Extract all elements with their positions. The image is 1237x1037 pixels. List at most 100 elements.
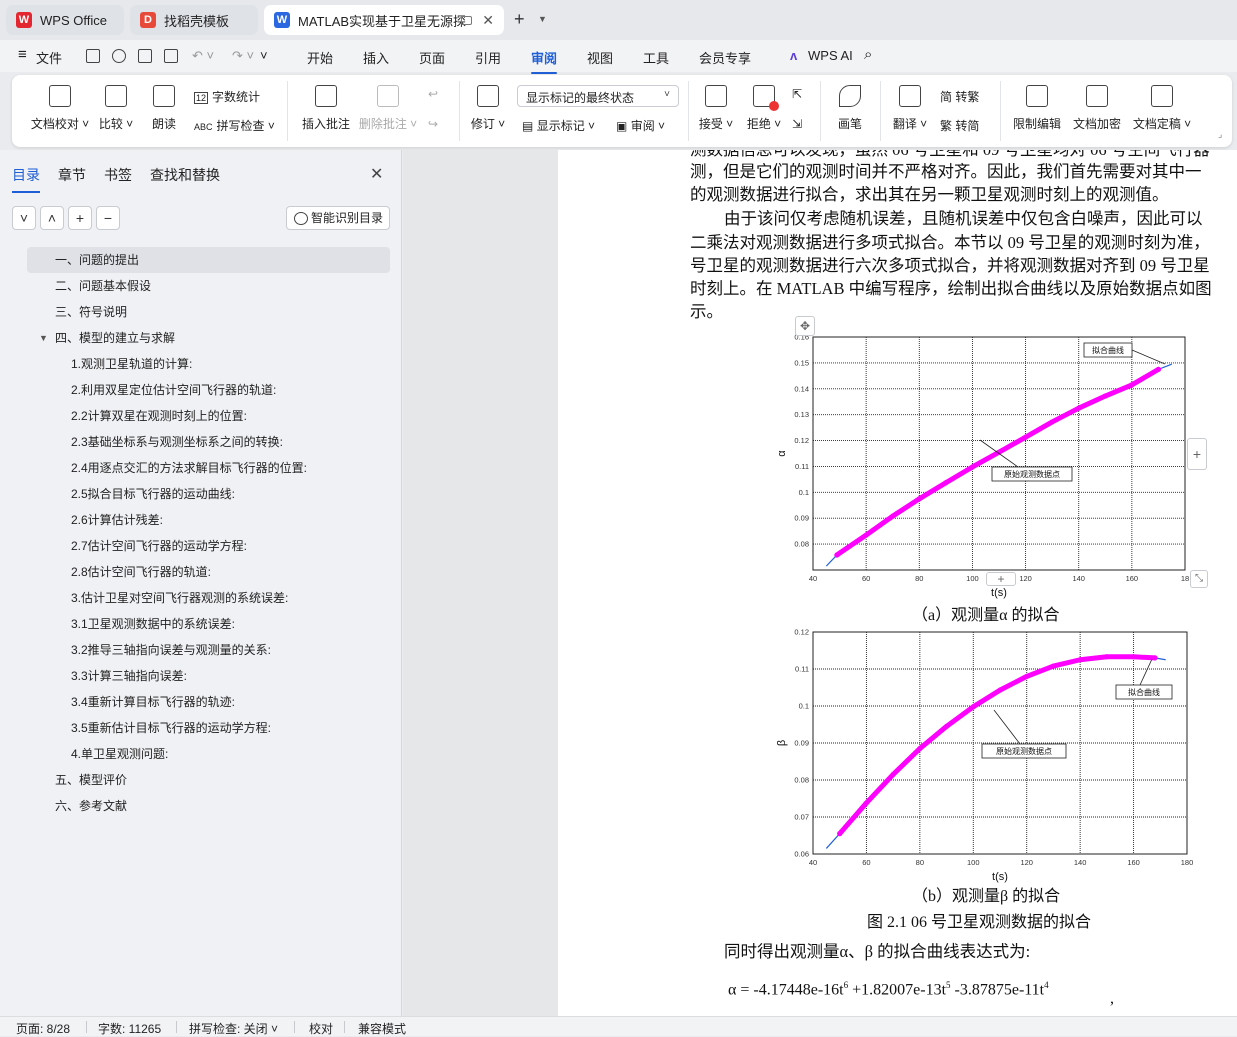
delete-comment-button[interactable]: 删除批注 ˅ — [358, 85, 418, 132]
menu-review[interactable]: 审阅 — [531, 48, 558, 74]
accept-button[interactable]: 接受 ˅ — [696, 85, 736, 132]
toc-item[interactable]: 3.5重新估计目标飞行器的运动学方程: — [27, 715, 390, 741]
tab-docer-templates[interactable]: D 找稻壳模板 — [130, 5, 258, 35]
tab-current-document[interactable]: W MATLAB实现基于卫星无源探 ✕ — [264, 5, 504, 35]
toc-item[interactable]: 2.3基础坐标系与观测坐标系之间的转换: — [27, 429, 390, 455]
pen-button[interactable]: 画笔 — [832, 85, 868, 132]
menu-wps-ai[interactable]: WPS AI — [808, 48, 853, 63]
insert-comment-button[interactable]: 插入批注 — [298, 85, 354, 132]
reject-button[interactable]: 拒绝 ˅ — [744, 85, 784, 132]
revise-button[interactable]: 修订 ˅ — [468, 85, 508, 132]
translate-button[interactable]: 翻译 ˅ — [890, 85, 930, 132]
menu-reference[interactable]: 引用 — [475, 48, 501, 67]
page-indicator[interactable]: 页面: 8/28 — [16, 1020, 70, 1037]
toc-item[interactable]: 六、参考文献 — [27, 793, 390, 819]
toc-item[interactable]: 2.2计算双星在观测时刻上的位置: — [27, 403, 390, 429]
compare-button[interactable]: 比较 ˅ — [96, 85, 136, 132]
toc-item[interactable]: 3.1卫星观测数据中的系统误差: — [27, 611, 390, 637]
undo-icon[interactable]: ↶ ˅ — [192, 48, 214, 64]
chevron-down-icon[interactable]: ▼ — [538, 14, 547, 24]
new-tab-button[interactable]: + — [514, 9, 525, 30]
save-icon[interactable] — [86, 49, 100, 63]
minus-icon[interactable]: − — [96, 206, 120, 230]
print-preview-icon[interactable] — [164, 49, 178, 63]
toc-item[interactable]: 3.3计算三轴指向误差: — [27, 663, 390, 689]
tab-bookmark[interactable]: 书签 — [104, 165, 132, 185]
toc-item[interactable]: 2.8估计空间飞行器的轨道: — [27, 559, 390, 585]
alpha-fit-chart[interactable]: 40 60 80 100 120 140 160 18 0.08 0.09 0.1 0.11 0.12 0… — [776, 312, 1220, 600]
add-bottom-icon[interactable]: + — [986, 572, 1016, 586]
smart-toc-button[interactable]: 智能识别目录 — [286, 206, 390, 230]
x-tick-label: 180 — [1181, 858, 1194, 867]
menu-insert[interactable]: 插入 — [363, 48, 389, 67]
spell-check-status[interactable]: 拼写检查: 关闭 ˅ — [189, 1020, 278, 1037]
add-right-icon[interactable]: + — [1187, 438, 1207, 470]
expand-icon[interactable]: ˄ — [40, 206, 64, 230]
share-icon[interactable] — [112, 49, 126, 63]
paragraph-line: 二乘法对观测数据进行多项式拟合。本节以 09 号卫星的观测时刻为准， — [690, 233, 1210, 252]
toc-item[interactable]: 4.单卫星观测问题: — [27, 741, 390, 767]
move-handle-icon[interactable]: ✥ — [795, 316, 815, 336]
x-tick-label: 160 — [1127, 858, 1140, 867]
add-icon[interactable]: + — [68, 206, 92, 230]
restrict-edit-button[interactable]: 限制编辑 — [1012, 85, 1062, 132]
expand-triangle-icon[interactable]: ▼ — [39, 325, 48, 351]
proof-status[interactable]: 校对 — [309, 1020, 333, 1037]
read-aloud-button[interactable]: 朗读 — [146, 85, 182, 132]
resize-handle-icon[interactable]: ⤡ — [1190, 570, 1208, 588]
encrypt-button[interactable]: 文档加密 — [1072, 85, 1122, 132]
toc-item[interactable]: 2.6计算估计残差: — [27, 507, 390, 533]
menu-tools[interactable]: 工具 — [643, 48, 669, 67]
word-count-button[interactable]: 12 字数统计 — [194, 88, 260, 105]
prev-change-icon[interactable]: ⇱ — [792, 87, 802, 101]
prev-comment-icon[interactable]: ↩ — [428, 87, 438, 101]
search-icon[interactable]: ⌕ — [864, 46, 872, 63]
toc-item[interactable]: 1.观测卫星轨道的计算: — [27, 351, 390, 377]
toc-item[interactable]: 3.2推导三轴指向误差与观测量的关系: — [27, 637, 390, 663]
toc-item[interactable]: 3.4重新计算目标飞行器的轨迹: — [27, 689, 390, 715]
toc-item[interactable]: 2.5拟合目标飞行器的运动曲线: — [27, 481, 390, 507]
next-change-icon[interactable]: ⇲ — [792, 117, 802, 131]
spell-check-button[interactable]: ABC 拼写检查 ˅ — [194, 117, 275, 134]
paragraph-line: 的观测数据进行拟合，求出其在另一颗卫星观测时刻上的观测值。 — [690, 185, 1169, 204]
hamburger-icon[interactable]: ≡ — [18, 46, 27, 63]
close-icon[interactable]: ✕ — [370, 164, 383, 184]
close-tab-icon[interactable]: ✕ — [482, 12, 494, 29]
toc-item[interactable]: 3.估计卫星对空间飞行器观测的系统误差: — [27, 585, 390, 611]
toc-item[interactable]: 2.7估计空间飞行器的运动学方程: — [27, 533, 390, 559]
word-count-status[interactable]: 字数: 11265 — [98, 1020, 161, 1037]
tab-chapter[interactable]: 章节 — [58, 165, 86, 185]
menu-start[interactable]: 开始 — [307, 48, 333, 67]
more-chevron-icon[interactable]: ˅ — [260, 48, 268, 63]
tab-toc[interactable]: 目录 — [12, 165, 40, 193]
toc-item[interactable]: 五、模型评价 — [27, 767, 390, 793]
toc-item[interactable]: ▼ 四、模型的建立与求解 — [27, 325, 390, 351]
finalize-button[interactable]: 文档定稿 ˅ — [1132, 85, 1192, 132]
menu-file[interactable]: 文件 — [36, 48, 62, 67]
expand-ribbon-icon[interactable]: ⌟ — [1218, 129, 1222, 140]
tab-wps-office[interactable]: W WPS Office — [6, 5, 124, 35]
window-icon[interactable] — [461, 15, 472, 25]
collapse-icon[interactable]: ˅ — [12, 206, 36, 230]
toc-item[interactable]: 一、问题的提出 — [27, 247, 390, 273]
menu-member[interactable]: 会员专享 — [699, 48, 751, 67]
redo-icon[interactable]: ↷ ˅ — [232, 48, 254, 64]
toc-item[interactable]: 三、符号说明 — [27, 299, 390, 325]
menu-page[interactable]: 页面 — [419, 48, 445, 67]
tab-find-replace[interactable]: 查找和替换 — [150, 165, 220, 185]
to-simplified-button[interactable]: 繁 转简 — [940, 117, 979, 134]
toc-item[interactable]: 2.利用双星定位估计空间飞行器的轨道: — [27, 377, 390, 403]
divider — [344, 1021, 345, 1033]
doc-check-button[interactable]: 文档校对 ˅ — [26, 85, 94, 132]
menu-view[interactable]: 视图 — [587, 48, 613, 67]
toc-item[interactable]: 二、问题基本假设 — [27, 273, 390, 299]
review-pane-button[interactable]: ▣ 审阅 ˅ — [616, 117, 665, 134]
toc-item[interactable]: 2.4用逐点交汇的方法求解目标飞行器的位置: — [27, 455, 390, 481]
show-markup-button[interactable]: ▤ 显示标记 ˅ — [522, 117, 595, 134]
y-axis-label: α — [776, 450, 788, 457]
next-comment-icon[interactable]: ↪ — [428, 117, 438, 131]
display-mode-select[interactable]: 显示标记的最终状态 ˅ — [517, 85, 679, 107]
to-traditional-button[interactable]: 简 转繁 — [940, 88, 979, 105]
beta-fit-chart[interactable]: 40 60 80 100 120 140 160 180 0.06 0.07 0.08 0.09 0.1… — [776, 628, 1220, 890]
print-icon[interactable] — [138, 49, 152, 63]
